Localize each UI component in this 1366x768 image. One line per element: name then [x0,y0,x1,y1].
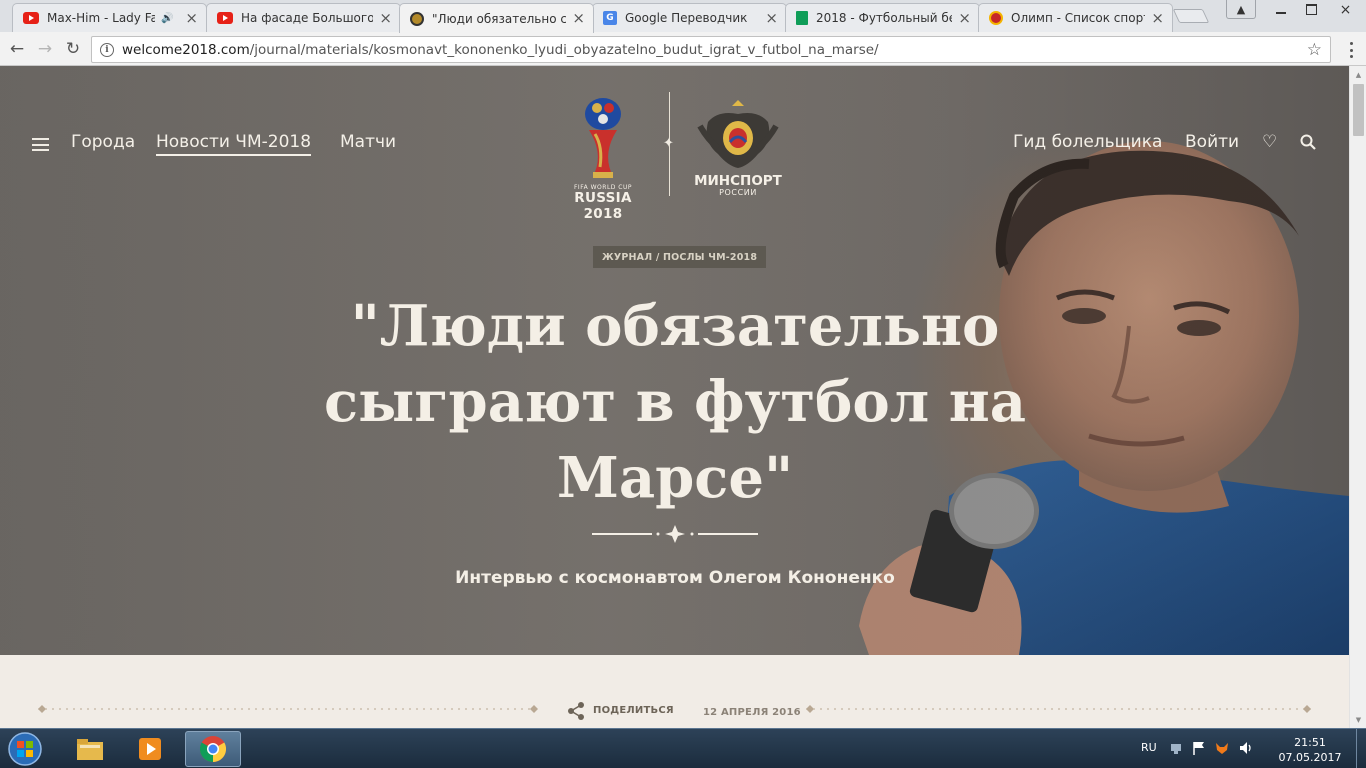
speaker-icon[interactable]: 🔊 [161,13,173,24]
reload-icon[interactable]: ↻ [62,38,84,60]
network-icon[interactable] [1168,740,1184,756]
tab-title: 2018 - Футбольный бес [816,11,953,25]
tab-title: Google Переводчик [625,11,748,25]
heart-icon[interactable]: ♡ [1262,132,1277,152]
system-clock[interactable]: 21:51 07.05.2017 [1270,735,1350,765]
page-viewport: Города Новости ЧМ-2018 Матчи Гид болельщ… [0,66,1349,728]
nav-matches[interactable]: Матчи [340,132,396,152]
url-domain: welcome2018.com [122,41,250,58]
tab-close-icon[interactable]: × [958,10,971,26]
nav-login[interactable]: Войти [1185,132,1239,152]
language-indicator[interactable]: RU [1141,741,1157,754]
tab-title: Max-Him - Lady Fanta [47,11,155,25]
hamburger-menu-icon[interactable] [32,138,49,151]
tab-welcome2018-article[interactable]: "Люди обязательно сыг × [399,3,594,33]
article-title: "Люди обязательно сыграют в футбол на Ма… [323,293,1027,511]
ms-logo-small-text: РОССИИ [719,188,757,197]
clock-date: 07.05.2017 [1278,751,1342,764]
tab-close-icon[interactable]: × [765,10,778,26]
youtube-icon [23,12,39,24]
scroll-down-arrow-icon[interactable]: ▼ [1350,711,1366,728]
tab-title: "Люди обязательно сыг [432,11,567,26]
nav-fan-guide[interactable]: Гид болельщика [1013,132,1162,152]
nav-news-wc2018[interactable]: Новости ЧМ-2018 [156,132,312,156]
back-arrow-icon[interactable]: ← [6,38,28,60]
search-icon[interactable] [1300,134,1316,150]
volume-icon[interactable] [1238,740,1254,756]
tab-close-icon[interactable]: × [1151,10,1164,26]
show-desktop-button[interactable] [1356,729,1366,768]
share-button[interactable]: ПОДЕЛИТЬСЯ [593,705,674,716]
tab-google-sheets[interactable]: 2018 - Футбольный бес × [785,3,980,32]
info-icon[interactable]: i [100,42,114,57]
decorative-dots-left [38,705,538,713]
olimp-icon [989,11,1003,25]
decorative-dots-right [806,705,1311,713]
file-explorer-icon[interactable] [62,731,118,767]
fifa-world-cup-logo[interactable] [553,92,653,198]
google-sheets-icon [796,11,808,25]
wc-logo-text: FIFA WORLD CUP RUSSIA 2018 [553,184,653,222]
tab-close-icon[interactable]: × [185,10,198,26]
minimize-button[interactable] [1265,0,1297,19]
bookmark-star-icon[interactable]: ☆ [1307,40,1322,60]
browser-toolbar: ← → ↻ i welcome2018.com/journal/material… [0,32,1366,66]
wc-logo-big-text: RUSSIA 2018 [574,190,632,222]
article-subtitle: Интервью с космонавтом Олегом Кононенко [455,568,895,588]
close-window-button[interactable]: × [1325,0,1366,19]
hero-section: Города Новости ЧМ-2018 Матчи Гид болельщ… [0,66,1349,655]
media-player-icon[interactable] [122,731,178,767]
clock-time: 21:51 [1294,736,1326,749]
article-date: 12 АПРЕЛЯ 2016 [703,707,801,718]
chrome-icon[interactable] [185,731,241,767]
tab-youtube-bolshoy[interactable]: На фасаде Большого те × [206,3,401,32]
scrollbar-thumb[interactable] [1353,84,1364,136]
address-bar[interactable]: i welcome2018.com/journal/materials/kosm… [91,36,1331,63]
title-ornament [592,525,758,543]
google-translate-icon: G [603,11,617,25]
windows-start-button[interactable] [4,730,46,768]
new-tab-button[interactable] [1172,9,1210,23]
tab-title: На фасаде Большого те [241,11,374,25]
forward-arrow-icon[interactable]: → [34,38,56,60]
youtube-icon [217,12,233,24]
worldcup-icon [410,11,424,26]
ms-logo-text: МИНСПОРТ РОССИИ [683,173,793,197]
user-profile-icon[interactable]: ▲ [1226,0,1256,19]
tab-close-icon[interactable]: × [572,11,585,26]
divider-star-icon: ✦ [663,136,674,151]
maximize-button[interactable] [1297,0,1325,19]
page-scrollbar[interactable]: ▲ ▼ [1349,66,1366,728]
windows-taskbar: RU 21:51 07.05.2017 [0,728,1366,768]
ms-logo-big-text: МИНСПОРТ [694,173,782,189]
fox-tray-icon[interactable] [1214,740,1230,756]
tab-strip: Max-Him - Lady Fanta 🔊 × На фасаде Больш… [0,0,1366,33]
category-tag[interactable]: ЖУРНАЛ / ПОСЛЫ ЧМ-2018 [593,246,767,268]
tab-title: Олимп - Список спорти [1011,11,1146,25]
url-path: /journal/materials/kosmonavt_kononenko_l… [249,41,879,58]
tab-olimp[interactable]: Олимп - Список спорти × [978,3,1173,32]
chrome-menu-icon[interactable] [1343,41,1359,59]
nav-cities[interactable]: Города [71,132,135,152]
scroll-up-arrow-icon[interactable]: ▲ [1350,66,1366,83]
action-center-flag-icon[interactable] [1191,740,1207,756]
tab-google-translate[interactable]: G Google Переводчик × [592,3,787,32]
tab-youtube-lady-fanta[interactable]: Max-Him - Lady Fanta 🔊 × [12,3,207,32]
tab-close-icon[interactable]: × [379,10,392,26]
share-icon[interactable] [566,701,586,721]
article-meta-strip: ПОДЕЛИТЬСЯ 12 АПРЕЛЯ 2016 [0,655,1349,728]
